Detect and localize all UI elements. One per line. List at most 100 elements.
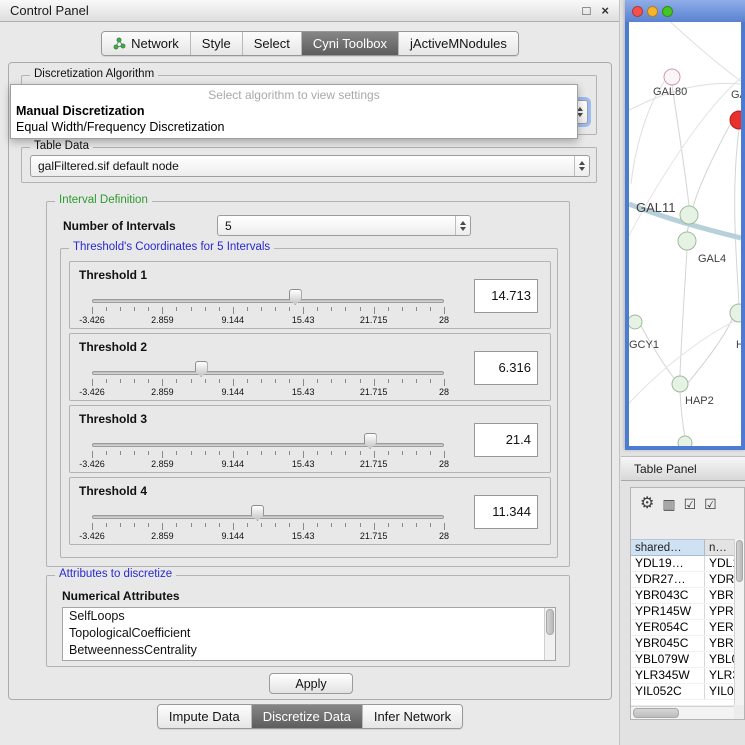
tab-cyni-toolbox[interactable]: Cyni Toolbox [302, 32, 399, 55]
table-vertical-scrollbar[interactable] [734, 539, 744, 705]
list-scrollbar[interactable] [544, 608, 555, 660]
apply-button[interactable]: Apply [269, 673, 353, 694]
table-panel-header[interactable]: Table Panel [621, 456, 745, 481]
table-hscroll-thumb[interactable] [633, 708, 679, 718]
tick-mark [106, 379, 107, 383]
tick-label: 15.43 [292, 531, 315, 541]
slider-track[interactable] [92, 371, 444, 375]
num-intervals-combobox[interactable]: 5 [217, 215, 471, 236]
table-toolbar: ⚙ ▥ ☑ ☑ [631, 488, 744, 520]
threshold-panel-2: Threshold 2-3.4262.8599.14415.4321.71528… [69, 333, 551, 401]
tick-mark [191, 379, 192, 383]
close-traffic-light[interactable] [632, 6, 643, 17]
slider-track[interactable] [92, 515, 444, 519]
tab-network[interactable]: Network [102, 32, 191, 55]
tick-mark [374, 451, 375, 458]
cell-name: YER0 [705, 620, 734, 635]
thresholds-group-title: Threshold's Coordinates for 5 Intervals [69, 241, 274, 253]
table-row[interactable]: YDL19…YDL1 [631, 556, 734, 572]
select-all-check-icon[interactable]: ☑ [684, 497, 697, 511]
tick-label: -3.426 [79, 315, 105, 325]
tick-mark [247, 379, 248, 383]
network-node[interactable] [678, 436, 692, 446]
tab-impute-data[interactable]: Impute Data [158, 705, 252, 728]
tick-mark [317, 523, 318, 527]
network-tab-icon [113, 37, 126, 50]
cell-shared-name: YER054C [631, 620, 705, 635]
table-data-combobox[interactable]: galFiltered.sif default node [30, 155, 590, 177]
slider-tick-labels: -3.4262.8599.14415.4321.71528 [92, 387, 444, 397]
cell-shared-name: YBL079W [631, 652, 705, 667]
tick-mark [331, 451, 332, 455]
network-node[interactable] [629, 315, 642, 329]
tab-style[interactable]: Style [191, 32, 243, 55]
select-visible-check-icon[interactable]: ☑ [704, 497, 717, 511]
minimize-traffic-light[interactable] [647, 6, 658, 17]
combobox-stepper-icon[interactable] [455, 216, 470, 235]
tick-mark [416, 523, 417, 527]
tick-mark [360, 523, 361, 527]
table-horizontal-scrollbar[interactable] [631, 706, 734, 719]
list-item[interactable]: TopologicalCoefficient [63, 625, 555, 642]
combobox-stepper-icon[interactable] [574, 156, 589, 176]
network-node[interactable] [672, 376, 688, 392]
interval-definition-group: Interval Definition Number of Intervals … [46, 201, 570, 567]
network-window-titlebar[interactable] [625, 0, 745, 22]
close-window-icon[interactable]: × [601, 4, 609, 17]
column-visibility-icon[interactable]: ▥ [662, 497, 675, 511]
tick-mark [261, 523, 262, 527]
threshold-value-field[interactable]: 14.713 [474, 279, 538, 313]
table-row[interactable]: YLR345WYLR3 [631, 668, 734, 684]
table-row[interactable]: YBL079WYBL0 [631, 652, 734, 668]
table-row[interactable]: YBR043CYBR0 [631, 588, 734, 604]
tick-label: 15.43 [292, 315, 315, 325]
cell-name: YBL0 [705, 652, 734, 667]
tick-label: 2.859 [151, 387, 174, 397]
list-item[interactable]: BetweennessCentrality [63, 642, 555, 659]
network-node[interactable] [678, 232, 696, 250]
slider-track[interactable] [92, 443, 444, 447]
table-row[interactable]: YBR045CYBR0 [631, 636, 734, 652]
threshold-value-field[interactable]: 21.4 [474, 423, 538, 457]
network-node[interactable] [680, 206, 698, 224]
restore-window-icon[interactable]: □ [583, 4, 591, 17]
dropdown-option-equal-width-frequency-discretization[interactable]: Equal Width/Frequency Discretization [11, 119, 577, 135]
network-node[interactable] [664, 69, 680, 85]
threshold-value-field[interactable]: 11.344 [474, 495, 538, 529]
tick-mark [176, 451, 177, 455]
settings-gear-icon[interactable]: ⚙ [640, 496, 654, 512]
tab-discretize-data[interactable]: Discretize Data [252, 705, 363, 728]
tick-label: -3.426 [79, 459, 105, 469]
tick-label: -3.426 [79, 531, 105, 541]
list-scrollbar-thumb[interactable] [546, 609, 554, 635]
table-vscroll-thumb[interactable] [736, 540, 743, 582]
table-row[interactable]: YER054CYER0 [631, 620, 734, 636]
cell-name: YDL1 [705, 556, 734, 571]
dropdown-option-manual-discretization[interactable]: Manual Discretization [11, 103, 577, 119]
tab-jactivemnodules[interactable]: jActiveMNodules [399, 32, 518, 55]
numerical-attributes-list[interactable]: SelfLoopsTopologicalCoefficientBetweenne… [62, 607, 556, 661]
table-row[interactable]: YPR145WYPR1 [631, 604, 734, 620]
threshold-value-field[interactable]: 6.316 [474, 351, 538, 385]
list-item[interactable]: SelfLoops [63, 608, 555, 625]
table-row[interactable]: YDR27…YDR2 [631, 572, 734, 588]
zoom-traffic-light[interactable] [662, 6, 673, 17]
tick-mark [374, 523, 375, 530]
tab-label: Impute Data [169, 709, 240, 724]
tick-mark [247, 451, 248, 455]
column-header-shared-name[interactable]: shared… [631, 539, 705, 556]
tick-label: 28 [439, 459, 449, 469]
table-row[interactable]: YIL052CYIL0 [631, 684, 734, 700]
tab-infer-network[interactable]: Infer Network [363, 705, 462, 728]
tab-select[interactable]: Select [243, 32, 302, 55]
network-graph[interactable]: GAL80GAGAL11GAL4GCY1HHAP2 [629, 22, 741, 446]
network-node[interactable] [730, 111, 741, 129]
tick-mark [92, 379, 93, 386]
network-canvas[interactable]: GAL80GAGAL11GAL4GCY1HHAP2 [629, 22, 741, 446]
network-edge [693, 123, 731, 207]
tick-mark [205, 379, 206, 383]
network-node-label: GAL4 [698, 253, 726, 265]
column-header-name[interactable]: n… [705, 539, 734, 556]
slider-ticks [92, 451, 444, 458]
slider-track[interactable] [92, 299, 444, 303]
